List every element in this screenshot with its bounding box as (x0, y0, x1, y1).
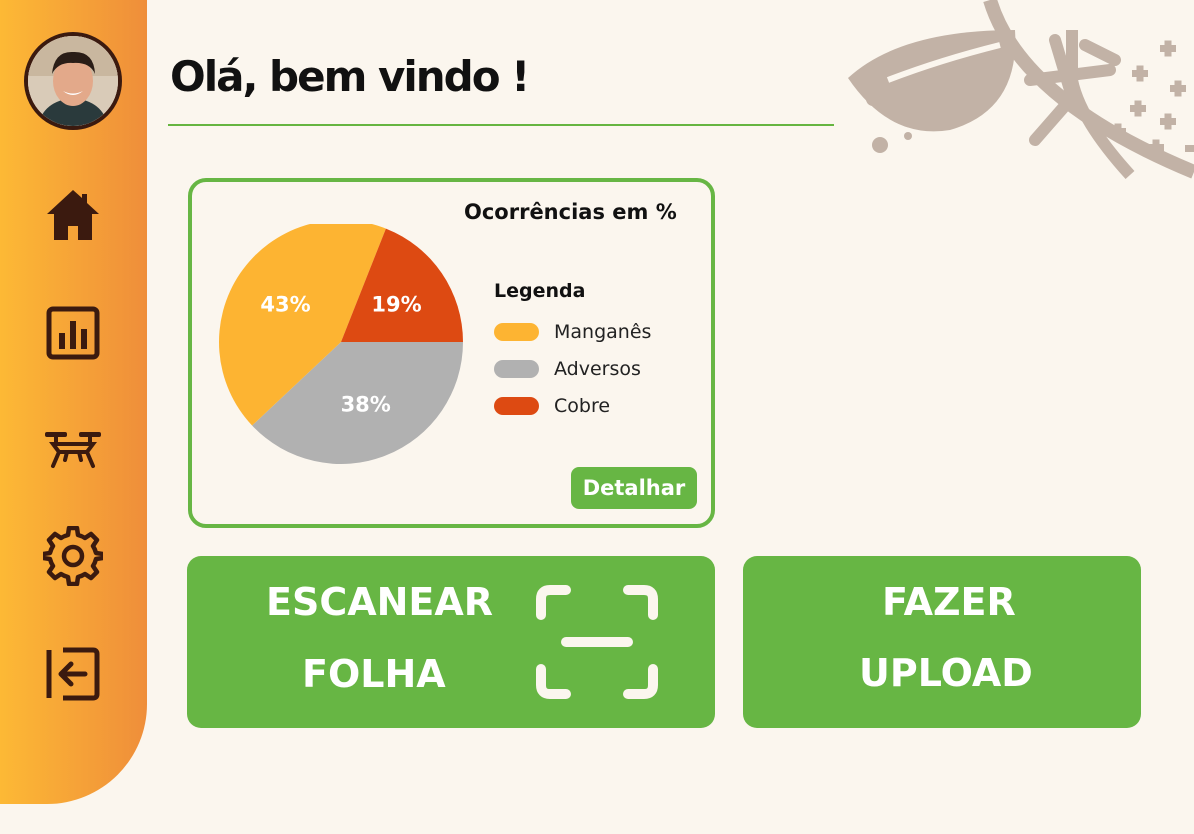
pie-label-manganês: 43% (260, 292, 310, 316)
sidebar-item-logout[interactable] (43, 644, 103, 704)
scan-label-line2: FOLHA (302, 652, 446, 696)
upload-button[interactable]: FAZER UPLOAD (743, 556, 1141, 728)
legend-label: Adversos (554, 358, 641, 380)
user-avatar[interactable] (24, 32, 122, 130)
drone-icon (45, 432, 101, 468)
scan-leaf-button[interactable]: ESCANEAR FOLHA (187, 556, 715, 728)
chart-title: Ocorrências em % (464, 200, 677, 224)
sidebar-item-home[interactable] (43, 184, 103, 244)
upload-label-line1: FAZER (882, 580, 1016, 624)
sidebar-item-settings[interactable] (43, 526, 103, 586)
legend-title: Legenda (494, 280, 586, 302)
legend-label: Manganês (554, 321, 652, 343)
legend-item-cobre: Cobre (494, 394, 610, 418)
pie-label-adversos: 38% (341, 392, 391, 416)
legend-label: Cobre (554, 395, 611, 417)
gear-icon (43, 526, 103, 586)
legend-item-adversos: Adversos (494, 357, 641, 381)
chart-report-icon (46, 306, 100, 360)
title-divider (168, 124, 834, 126)
avatar-portrait (28, 36, 118, 126)
home-icon (47, 190, 99, 240)
logout-icon (46, 647, 100, 701)
detail-button[interactable]: Detalhar (571, 467, 697, 509)
sidebar-item-drone[interactable] (43, 418, 103, 478)
legend-swatch (494, 323, 539, 341)
scan-label-line1: ESCANEAR (266, 580, 494, 624)
sidebar-item-reports[interactable] (43, 303, 103, 363)
upload-label-line2: UPLOAD (859, 651, 1033, 695)
legend-swatch (494, 360, 539, 378)
sidebar (0, 0, 147, 804)
leaf-decoration-icon (848, 0, 1194, 180)
occurrences-pie-chart: 38% 43% 19% (219, 224, 463, 464)
page-title: Olá, bem vindo ! (170, 52, 530, 101)
legend-item-manganes: Manganês (494, 320, 651, 344)
scan-frame-icon (536, 585, 658, 699)
pie-label-cobre: 19% (371, 292, 421, 316)
legend-swatch (494, 397, 539, 415)
